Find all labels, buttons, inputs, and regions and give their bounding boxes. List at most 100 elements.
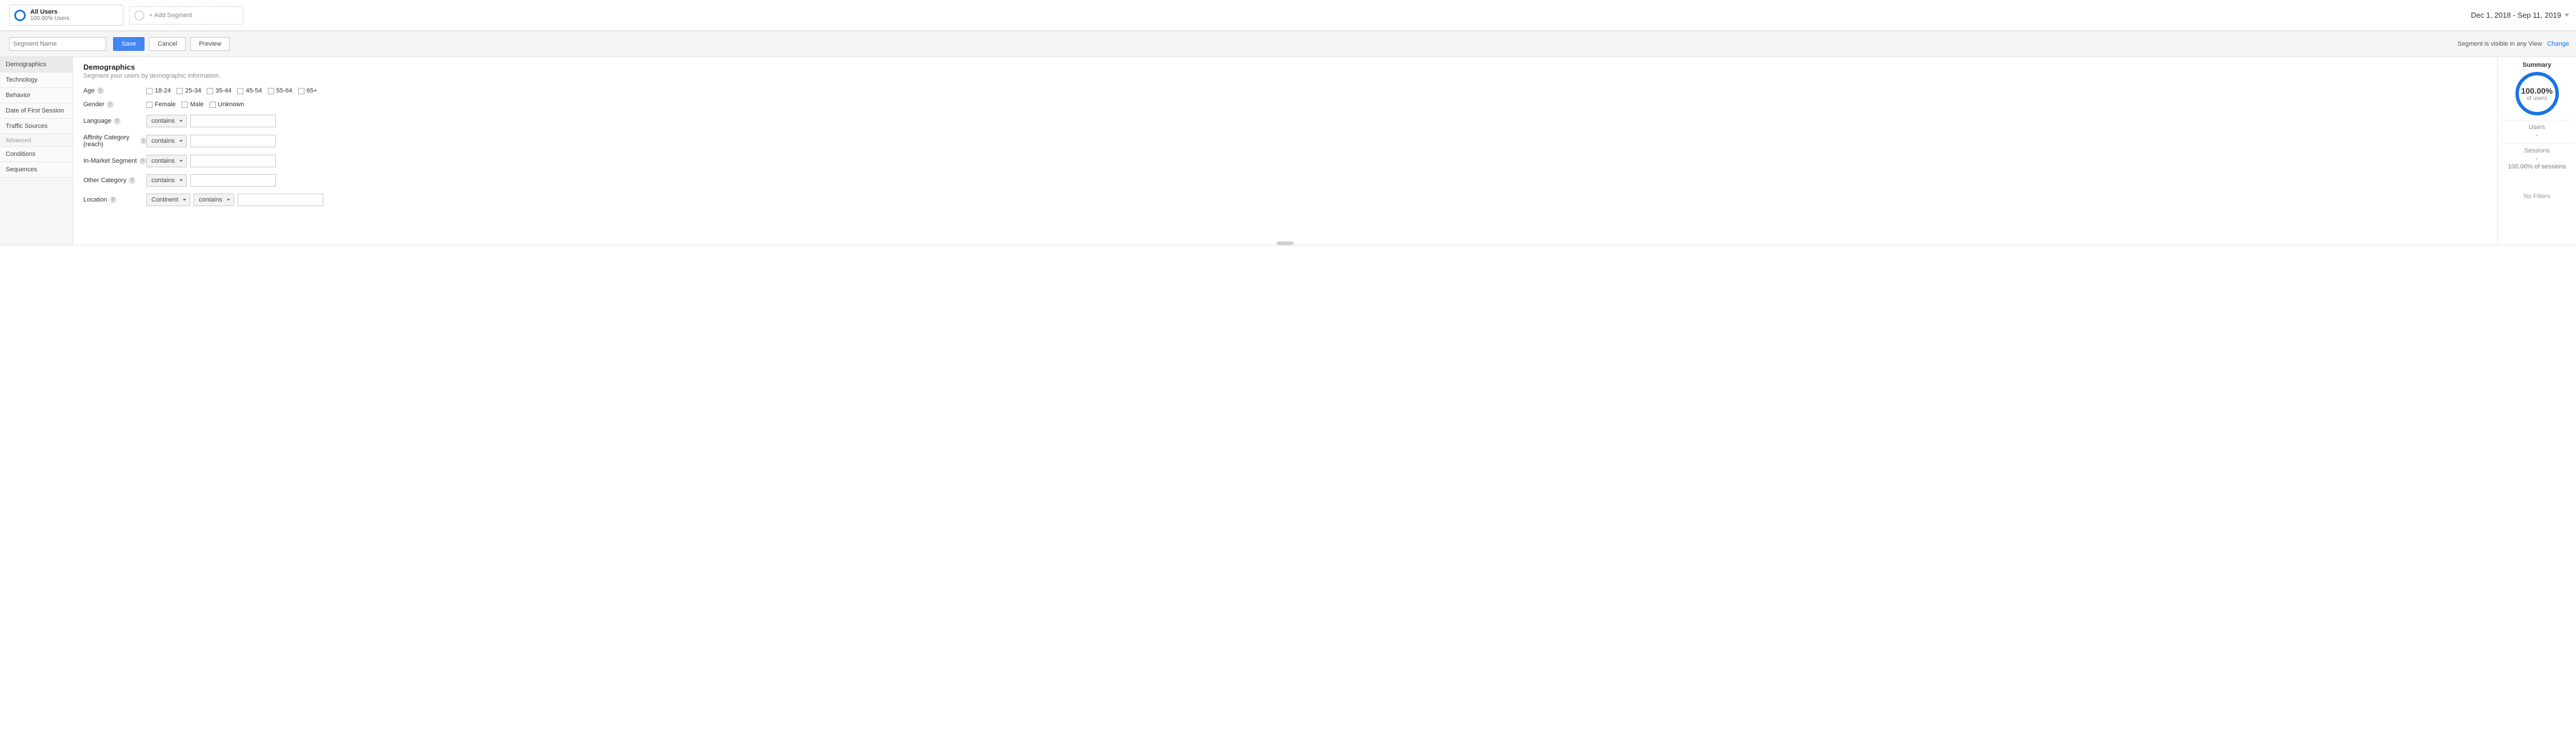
age-65plus[interactable]: 65+	[298, 87, 318, 94]
chevron-down-icon	[179, 140, 183, 142]
add-segment-button[interactable]: + Add Segment	[129, 6, 243, 25]
preview-button[interactable]: Preview	[190, 37, 230, 51]
demographics-form: Demographics Segment your users by demog…	[73, 57, 2497, 245]
help-icon[interactable]: ?	[97, 87, 104, 94]
checkbox-icon	[146, 102, 153, 108]
language-operator-dropdown[interactable]: contains	[146, 115, 187, 127]
gender-female[interactable]: Female	[146, 101, 176, 108]
add-segment-label: + Add Segment	[149, 12, 192, 19]
segment-title: All Users	[30, 9, 69, 15]
segment-bar: All Users 100.00% Users + Add Segment De…	[0, 0, 2576, 31]
add-segment-icon	[134, 10, 145, 21]
age-35-44[interactable]: 35-44	[207, 87, 231, 94]
nav-demographics[interactable]: Demographics	[0, 57, 73, 73]
segment-visibility-text: Segment is visible in any View	[2458, 41, 2542, 47]
summary-panel: Summary 100.00% of users Users - Session…	[2497, 57, 2576, 245]
segment-visibility: Segment is visible in any View Change	[2458, 41, 2569, 47]
checkbox-icon	[298, 88, 304, 94]
summary-of-users: of users	[2527, 95, 2547, 102]
segment-toolbar: Save Cancel Preview Segment is visible i…	[0, 31, 2576, 57]
change-visibility-link[interactable]: Change	[2547, 41, 2569, 47]
segment-name-input[interactable]	[9, 37, 106, 51]
nav-traffic-sources[interactable]: Traffic Sources	[0, 119, 73, 134]
chevron-down-icon	[2565, 14, 2569, 17]
othercat-label: Other Category	[83, 177, 126, 184]
nav-conditions[interactable]: Conditions	[0, 147, 73, 162]
row-othercat: Other Category ? contains	[83, 174, 2487, 187]
cancel-button[interactable]: Cancel	[149, 37, 186, 51]
checkbox-icon	[210, 102, 216, 108]
help-icon[interactable]: ?	[107, 101, 114, 108]
summary-sessions-value: -	[2501, 155, 2573, 162]
chevron-down-icon	[179, 120, 183, 122]
save-button[interactable]: Save	[113, 37, 145, 51]
chevron-down-icon	[183, 199, 186, 201]
gender-unknown[interactable]: Unknown	[210, 101, 244, 108]
age-55-64[interactable]: 55-64	[268, 87, 292, 94]
othercat-operator-dropdown[interactable]: contains	[146, 174, 187, 187]
row-inmarket: In-Market Segment ? contains	[83, 155, 2487, 167]
checkbox-icon	[146, 88, 153, 94]
summary-title: Summary	[2501, 62, 2573, 69]
nav-technology[interactable]: Technology	[0, 73, 73, 88]
affinity-operator-dropdown[interactable]: contains	[146, 135, 187, 147]
inmarket-label: In-Market Segment	[83, 158, 137, 164]
row-affinity: Affinity Category (reach) ? contains	[83, 134, 2487, 148]
help-icon[interactable]: ?	[141, 138, 146, 144]
checkbox-icon	[207, 88, 213, 94]
summary-no-filters: No Filters	[2501, 193, 2573, 200]
summary-sessions-pct: 100.00% of sessions	[2501, 163, 2573, 170]
language-label: Language	[83, 118, 111, 124]
checkbox-icon	[237, 88, 243, 94]
checkbox-icon	[176, 88, 183, 94]
checkbox-icon	[268, 88, 274, 94]
help-icon[interactable]: ?	[110, 196, 117, 203]
othercat-input[interactable]	[190, 174, 276, 187]
location-input[interactable]	[238, 194, 323, 206]
inmarket-operator-dropdown[interactable]: contains	[146, 155, 187, 167]
help-icon[interactable]: ?	[139, 158, 146, 164]
gender-options: Female Male Unknown	[146, 101, 244, 108]
form-subtitle: Segment your users by demographic inform…	[83, 73, 2487, 79]
chevron-down-icon	[179, 179, 183, 182]
row-gender: Gender ? Female Male Unknown	[83, 101, 2487, 108]
scroll-indicator[interactable]	[1277, 242, 1294, 245]
chevron-down-icon	[179, 160, 183, 162]
language-input[interactable]	[190, 115, 276, 127]
segment-ring-icon	[14, 10, 26, 21]
help-icon[interactable]: ?	[114, 118, 121, 124]
age-45-54[interactable]: 45-54	[237, 87, 262, 94]
age-label: Age	[83, 87, 95, 94]
date-range-picker[interactable]: Dec 1, 2018 - Sep 11, 2019	[2471, 11, 2569, 19]
gender-label: Gender	[83, 101, 105, 108]
summary-sessions: Sessions - 100.00% of sessions	[2501, 143, 2573, 170]
location-operator-dropdown[interactable]: contains	[194, 194, 234, 206]
row-age: Age ? 18-24 25-34 35-44 45-54 55-64 65+	[83, 87, 2487, 94]
summary-percent: 100.00%	[2521, 86, 2553, 95]
summary-sessions-label: Sessions	[2501, 147, 2573, 154]
location-type-dropdown[interactable]: Continent	[146, 194, 190, 206]
nav-first-session[interactable]: Date of First Session	[0, 103, 73, 119]
summary-users: Users -	[2501, 120, 2573, 139]
row-location: Location ? Continent contains	[83, 194, 2487, 206]
inmarket-input[interactable]	[190, 155, 276, 167]
affinity-label: Affinity Category (reach)	[83, 134, 138, 148]
row-language: Language ? contains	[83, 115, 2487, 127]
age-options: 18-24 25-34 35-44 45-54 55-64 65+	[146, 87, 317, 94]
segment-subtitle: 100.00% Users	[30, 15, 69, 22]
gender-male[interactable]: Male	[182, 101, 204, 108]
summary-ring-chart: 100.00% of users	[2515, 72, 2559, 115]
checkbox-icon	[182, 102, 188, 108]
location-label: Location	[83, 196, 107, 203]
chevron-down-icon	[227, 199, 230, 201]
nav-sequences[interactable]: Sequences	[0, 162, 73, 178]
summary-users-value: -	[2501, 132, 2573, 139]
affinity-input[interactable]	[190, 135, 276, 147]
segment-chip-all-users[interactable]: All Users 100.00% Users	[9, 5, 123, 26]
age-25-34[interactable]: 25-34	[176, 87, 201, 94]
summary-users-label: Users	[2501, 124, 2573, 131]
nav-behavior[interactable]: Behavior	[0, 88, 73, 103]
help-icon[interactable]: ?	[129, 177, 135, 184]
age-18-24[interactable]: 18-24	[146, 87, 171, 94]
segment-builder: Demographics Technology Behavior Date of…	[0, 57, 2576, 246]
